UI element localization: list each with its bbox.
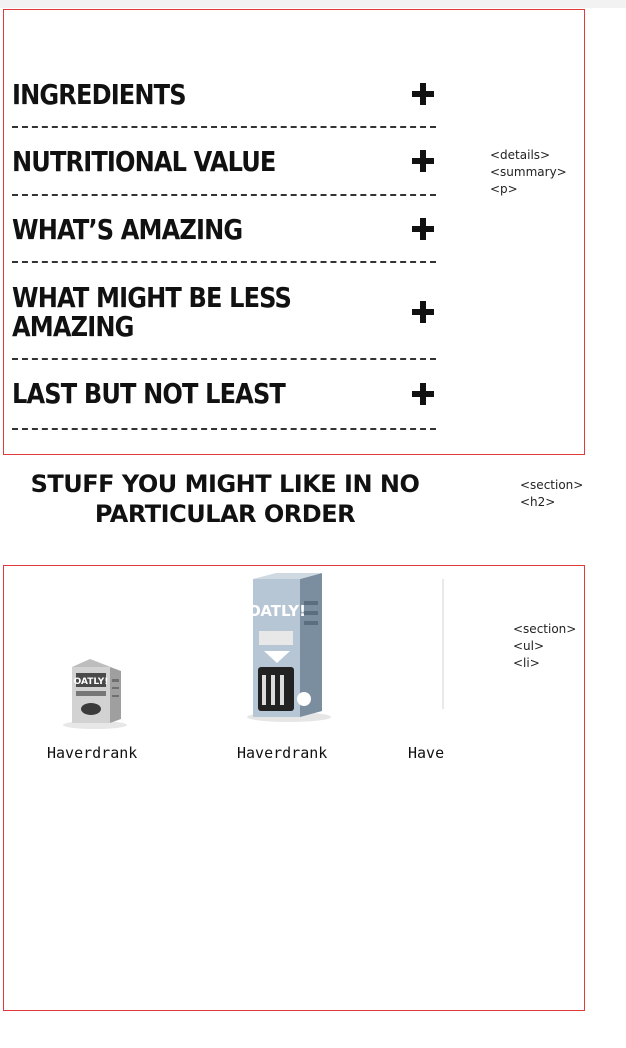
annotation-products: <section> <ul> <li> (513, 621, 576, 672)
accordion-last-but-not-least[interactable]: LAST BUT NOT LEAST (12, 370, 436, 430)
accordion-title: WHAT MIGHT BE LESS AMAZING (12, 281, 292, 343)
plus-icon (412, 218, 434, 240)
plus-icon (412, 301, 434, 323)
annotation-details: <details> <summary> <p> (490, 147, 567, 198)
plus-icon (412, 83, 434, 105)
carton-logo-text: OATLY! (74, 677, 109, 687)
related-section-title: STUFF YOU MIGHT LIKE IN NO PARTICULAR OR… (30, 470, 420, 528)
product-name[interactable]: Haverdrank (237, 744, 327, 762)
accordion-title: NUTRITIONAL VALUE (12, 145, 276, 178)
accordion-ingredients[interactable]: INGREDIENTS (12, 72, 436, 128)
accordion-what-might-be-less-amazing[interactable]: WHAT MIGHT BE LESS AMAZING (12, 272, 436, 360)
annotation-line: <ul> (513, 639, 545, 653)
annotation-line: <li> (513, 656, 540, 670)
product-image-tall-carton[interactable]: OATLY! (242, 571, 337, 723)
accordion-nutritional-value[interactable]: NUTRITIONAL VALUE (12, 138, 436, 196)
annotation-line: <p> (490, 182, 518, 196)
annotation-line: <section> (513, 622, 577, 636)
annotation-section: <section> <h2> (520, 477, 583, 511)
plus-icon (412, 383, 434, 405)
product-image-small-carton[interactable]: OATLY! (55, 655, 135, 730)
product-image-edge (442, 579, 444, 709)
accordion-title: WHAT’S AMAZING (12, 213, 243, 246)
accordion-title: INGREDIENTS (12, 78, 187, 111)
annotation-line: <h2> (520, 495, 556, 509)
annotation-line: <summary> (490, 165, 567, 179)
carton-logo-text: OATLY! (248, 602, 306, 620)
product-name[interactable]: Haverdrank (408, 744, 445, 762)
top-strip (0, 0, 626, 8)
product-name[interactable]: Haverdrank (47, 744, 137, 762)
annotation-line: <section> (520, 478, 584, 492)
annotation-line: <details> (490, 148, 551, 162)
accordion-title: LAST BUT NOT LEAST (12, 377, 286, 410)
accordion-whats-amazing[interactable]: WHAT’S AMAZING (12, 205, 436, 263)
product-clipped[interactable]: Haverdrank (396, 575, 445, 775)
plus-icon (412, 150, 434, 172)
